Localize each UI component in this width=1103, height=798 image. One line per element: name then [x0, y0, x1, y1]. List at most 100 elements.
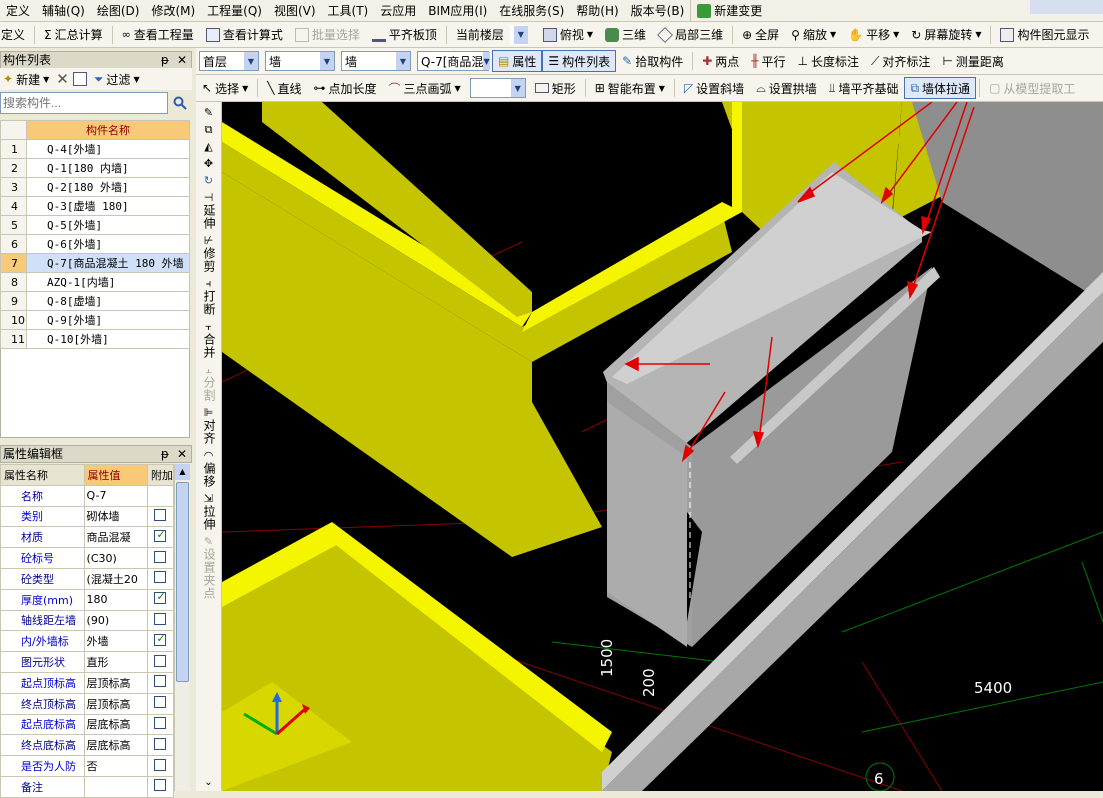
line-button[interactable]: ╲ 直线: [261, 77, 307, 99]
component-search-input[interactable]: [0, 92, 168, 114]
component-list-button[interactable]: ☰ 构件列表: [542, 50, 617, 72]
property-value[interactable]: (C30): [83, 547, 148, 569]
zoom-button[interactable]: ⚲ 缩放 ▼: [785, 24, 842, 46]
component-select[interactable]: Q-7[商品混 ▼: [417, 51, 490, 71]
pin-icon[interactable]: ᵽ: [161, 52, 169, 68]
menu-modify[interactable]: 修改(M): [145, 0, 201, 21]
rect-button[interactable]: 矩形: [529, 77, 582, 99]
attach-checkbox[interactable]: [154, 590, 167, 605]
category-select[interactable]: 墙 ▼: [265, 51, 335, 71]
menu-version[interactable]: 版本号(B): [625, 0, 691, 21]
stretch-tool-button[interactable]: ⇲ 拉伸: [198, 492, 220, 531]
current-floor-dropdown[interactable]: ▼: [509, 24, 528, 45]
property-value[interactable]: 否: [83, 755, 148, 777]
current-floor-button[interactable]: 当前楼层 ▼: [450, 24, 537, 46]
attach-checkbox[interactable]: [154, 737, 167, 750]
component-row[interactable]: 10 Q-9[外墙]: [0, 310, 190, 330]
define-button[interactable]: 定义: [0, 24, 31, 46]
more-tools-button[interactable]: ⌄: [198, 776, 220, 789]
property-row[interactable]: 起点底标高 层底标高: [0, 713, 175, 736]
type-select[interactable]: 墙 ▼: [341, 51, 411, 71]
attach-checkbox[interactable]: [154, 758, 167, 771]
pan-button[interactable]: ✋ 平移 ▼: [842, 24, 905, 46]
menu-view[interactable]: 视图(V): [268, 0, 322, 21]
trim-tool-button[interactable]: ⊬ 修剪: [198, 234, 220, 273]
close-icon[interactable]: ✕: [177, 52, 187, 68]
local-3d-button[interactable]: 局部三维: [652, 24, 729, 46]
floor-select[interactable]: 首层 ▼: [199, 51, 259, 71]
sum-button[interactable]: Σ 汇总计算: [38, 24, 109, 46]
split-tool-button[interactable]: ⫠ 分割: [198, 363, 220, 402]
property-row[interactable]: 内/外墙标 外墙: [0, 630, 175, 653]
attach-checkbox[interactable]: [154, 675, 167, 688]
slope-wall-button[interactable]: ◸ 设置斜墙: [678, 77, 750, 99]
extend-tool-button[interactable]: ⊣ 延伸: [198, 191, 220, 230]
property-row[interactable]: 类别 砌体墙: [0, 505, 175, 528]
arc-option-select[interactable]: ▼: [469, 78, 526, 98]
property-row[interactable]: 备注: [0, 775, 175, 798]
component-row[interactable]: 6 Q-6[外墙]: [0, 234, 190, 254]
attach-checkbox[interactable]: [154, 571, 167, 584]
length-mark-button[interactable]: ⊥ 长度标注: [792, 50, 865, 72]
align-mark-button[interactable]: ⟋ 对齐标注: [865, 50, 936, 72]
rotate-button[interactable]: ↻ 屏幕旋转 ▼: [905, 24, 987, 46]
property-row[interactable]: 砼标号 (C30): [0, 547, 175, 569]
attach-checkbox[interactable]: [154, 612, 167, 625]
close-icon[interactable]: ✕: [177, 446, 187, 462]
attach-checkbox[interactable]: [154, 528, 167, 542]
property-value[interactable]: 层底标高: [83, 734, 148, 757]
filter-button[interactable]: ⏷ 过滤 ▼: [91, 68, 143, 90]
point-length-button[interactable]: ⊶ 点加长度: [307, 77, 382, 99]
attach-checkbox[interactable]: [154, 632, 167, 646]
new-change-button[interactable]: 新建变更: [690, 0, 768, 21]
property-value[interactable]: 层底标高: [83, 713, 148, 736]
property-value[interactable]: 砌体墙: [83, 505, 148, 528]
menu-cloud[interactable]: 云应用: [374, 0, 422, 21]
property-row[interactable]: 终点底标高 层底标高: [0, 734, 175, 757]
component-row[interactable]: 7 Q-7[商品混凝土 180 外墙: [0, 253, 190, 273]
property-button[interactable]: ▤ 属性: [492, 50, 543, 72]
drawing-viewport[interactable]: 1500 200 5400 6: [222, 102, 1103, 791]
smart-layout-button[interactable]: ⊞ 智能布置 ▼: [589, 77, 671, 99]
offset-tool-button[interactable]: ◠ 偏移: [198, 449, 220, 488]
property-row[interactable]: 轴线距左墙 (90): [0, 609, 175, 632]
extract-button[interactable]: ▢ 从模型提取工: [983, 77, 1081, 99]
component-row[interactable]: 8 AZQ-1[内墙]: [0, 272, 190, 292]
property-value[interactable]: 直形: [83, 651, 148, 673]
parallel-button[interactable]: ╫ 平行: [745, 50, 791, 72]
menu-define[interactable]: 定义: [0, 0, 36, 21]
view-formula-button[interactable]: 查看计算式: [200, 24, 289, 46]
copy-tool-button[interactable]: ⧉: [198, 123, 220, 136]
menu-quantity[interactable]: 工程量(Q): [201, 0, 268, 21]
property-scrollbar[interactable]: ▲: [174, 464, 190, 791]
fullscreen-button[interactable]: ⊕ 全屏: [736, 24, 785, 46]
delete-icon[interactable]: ✕: [56, 70, 69, 88]
attach-checkbox[interactable]: [154, 550, 167, 563]
property-row[interactable]: 起点顶标高 层顶标高: [0, 671, 175, 694]
scroll-up-arrow[interactable]: ▲: [175, 464, 190, 480]
measure-distance-button[interactable]: ⊢ 测量距离: [936, 50, 1009, 72]
property-value[interactable]: 180: [83, 588, 148, 611]
property-value[interactable]: (混凝土20: [83, 567, 148, 590]
select-button[interactable]: ↖ 选择 ▼: [196, 77, 254, 99]
property-row[interactable]: 厚度(mm) 180: [0, 588, 175, 611]
mirror-tool-button[interactable]: ◭: [198, 140, 220, 153]
menu-online[interactable]: 在线服务(S): [493, 0, 570, 21]
attach-checkbox[interactable]: [154, 696, 167, 709]
component-row[interactable]: 4 Q-3[虚墙 180]: [0, 196, 190, 216]
arch-wall-button[interactable]: ⌓ 设置拱墙: [750, 77, 823, 99]
attach-checkbox[interactable]: [154, 508, 167, 521]
new-component-button[interactable]: ✦ 新建 ▼: [0, 68, 52, 90]
property-row[interactable]: 终点顶标高 层顶标高: [0, 692, 175, 715]
view-quantity-button[interactable]: ∞ 查看工程量: [116, 24, 200, 46]
menu-help[interactable]: 帮助(H): [570, 0, 624, 21]
attach-checkbox[interactable]: [154, 654, 167, 667]
pen-tool-button[interactable]: ✎: [198, 106, 220, 119]
arc3-button[interactable]: ⌒ 三点画弧 ▼: [383, 77, 467, 99]
property-value[interactable]: 外墙: [83, 630, 148, 653]
batch-select-button[interactable]: 批量选择: [289, 24, 366, 46]
menu-tools[interactable]: 工具(T): [322, 0, 375, 21]
menu-draw[interactable]: 绘图(D): [91, 0, 146, 21]
property-row[interactable]: 名称 Q-7: [0, 484, 175, 507]
property-row[interactable]: 图元形状 直形: [0, 651, 175, 673]
